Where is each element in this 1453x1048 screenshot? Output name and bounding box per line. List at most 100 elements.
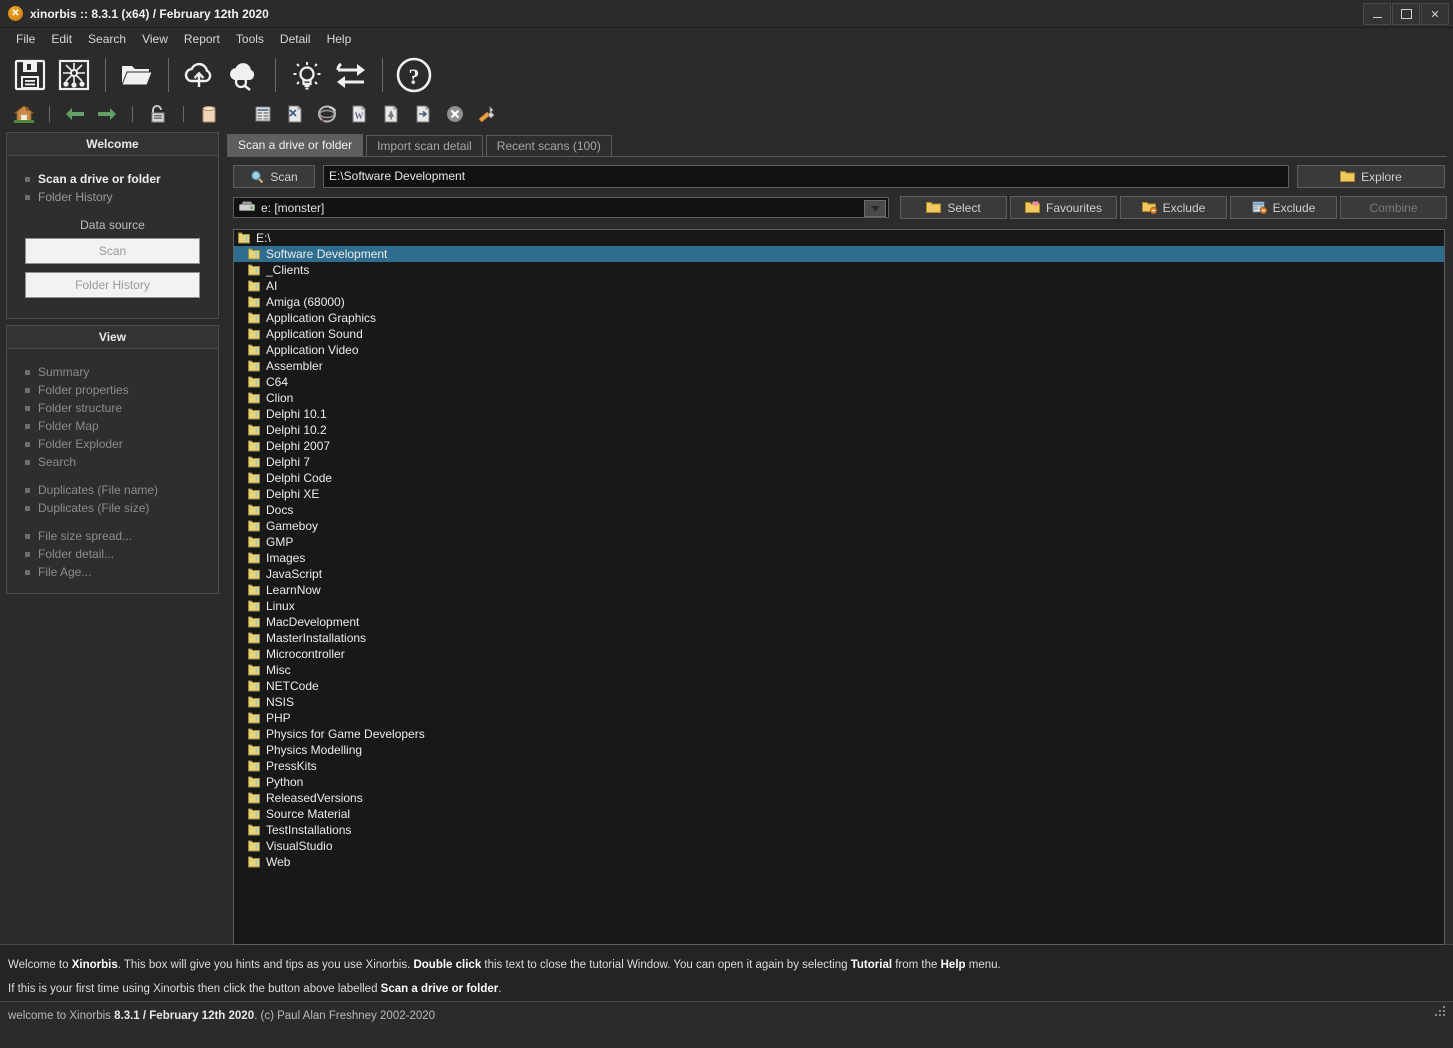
save-icon[interactable] xyxy=(8,53,52,97)
tree-row[interactable]: Delphi Code xyxy=(234,470,1444,486)
menu-file[interactable]: File xyxy=(8,30,43,48)
sidebar-item-folder-properties[interactable]: Folder properties xyxy=(7,381,218,399)
menu-search[interactable]: Search xyxy=(80,30,134,48)
sidebar-item-search[interactable]: Search xyxy=(7,453,218,471)
sidebar-item-folder-detail[interactable]: Folder detail... xyxy=(7,545,218,563)
minimize-button[interactable] xyxy=(1363,3,1391,25)
tab-recent-scans[interactable]: Recent scans (100) xyxy=(485,135,612,156)
tree-row[interactable]: JavaScript xyxy=(234,566,1444,582)
tree-row[interactable]: Delphi XE xyxy=(234,486,1444,502)
help-icon[interactable]: ? xyxy=(392,53,436,97)
resize-grip[interactable] xyxy=(1435,1006,1447,1018)
tree-row[interactable]: NSIS xyxy=(234,694,1444,710)
sidebar-item-file-size-spread[interactable]: File size spread... xyxy=(7,527,218,545)
drive-select[interactable]: e: [monster] xyxy=(233,197,889,218)
tree-row[interactable]: MacDevelopment xyxy=(234,614,1444,630)
tree-row[interactable]: Physics for Game Developers xyxy=(234,726,1444,742)
wrench-icon[interactable] xyxy=(476,103,498,125)
tree-row[interactable]: Amiga (68000) xyxy=(234,294,1444,310)
home-icon[interactable] xyxy=(13,103,35,125)
tree-row[interactable]: PHP xyxy=(234,710,1444,726)
sidebar-item-file-age[interactable]: File Age... xyxy=(7,563,218,581)
report-xml-icon[interactable] xyxy=(284,103,306,125)
scan-data-source-button[interactable]: Scan xyxy=(25,238,200,264)
sidebar-item-duplicates-file-size[interactable]: Duplicates (File size) xyxy=(7,499,218,517)
sidebar-item-folder-history[interactable]: Folder History xyxy=(7,188,218,206)
tutorial-box[interactable]: Welcome to Xinorbis. This box will give … xyxy=(0,944,1453,1002)
tab-scan-a-drive-or-folder[interactable]: Scan a drive or folder xyxy=(227,134,364,156)
tree-row[interactable]: Images xyxy=(234,550,1444,566)
exclude-file-button[interactable]: Exclude xyxy=(1230,196,1337,219)
tree-row[interactable]: PressKits xyxy=(234,758,1444,774)
report-html-icon[interactable] xyxy=(316,103,338,125)
exclude-folder-button[interactable]: Exclude xyxy=(1120,196,1227,219)
tree-row[interactable]: Application Sound xyxy=(234,326,1444,342)
cloud-upload-icon[interactable] xyxy=(178,53,222,97)
maximize-button[interactable] xyxy=(1392,3,1420,25)
tree-row[interactable]: Delphi 7 xyxy=(234,454,1444,470)
sidebar-item-folder-exploder[interactable]: Folder Exploder xyxy=(7,435,218,453)
tree-row[interactable]: Microcontroller xyxy=(234,646,1444,662)
tree-row[interactable]: ReleasedVersions xyxy=(234,790,1444,806)
favourites-button[interactable]: Favourites xyxy=(1010,196,1117,219)
tree-row[interactable]: Web xyxy=(234,854,1444,870)
sidebar-item-summary[interactable]: Summary xyxy=(7,363,218,381)
scan-image-icon[interactable] xyxy=(52,53,96,97)
close-report-icon[interactable] xyxy=(444,103,466,125)
open-folder-icon[interactable] xyxy=(115,53,159,97)
tree-row[interactable]: Delphi 2007 xyxy=(234,438,1444,454)
menu-report[interactable]: Report xyxy=(176,30,228,48)
cloud-search-icon[interactable] xyxy=(222,53,266,97)
tab-import-scan-detail[interactable]: Import scan detail xyxy=(366,135,483,156)
menu-tools[interactable]: Tools xyxy=(228,30,272,48)
tree-row[interactable]: _Clients xyxy=(234,262,1444,278)
sidebar-item-scan-a-drive-or-folder[interactable]: Scan a drive or folder xyxy=(7,170,218,188)
chevron-down-icon[interactable] xyxy=(864,200,886,217)
unlock-icon[interactable] xyxy=(147,103,169,125)
tree-row[interactable]: Application Graphics xyxy=(234,310,1444,326)
menu-help[interactable]: Help xyxy=(319,30,360,48)
tree-row[interactable]: Software Development xyxy=(234,246,1444,262)
select-button[interactable]: Select xyxy=(900,196,1007,219)
close-button[interactable]: ✕ xyxy=(1421,3,1449,25)
sidebar-item-folder-map[interactable]: Folder Map xyxy=(7,417,218,435)
tree-row[interactable]: Gameboy xyxy=(234,518,1444,534)
tree-row[interactable]: Clion xyxy=(234,390,1444,406)
database-icon[interactable] xyxy=(198,103,220,125)
tree-row[interactable]: Linux xyxy=(234,598,1444,614)
tree-row[interactable]: Application Video xyxy=(234,342,1444,358)
tree-row[interactable]: Source Material xyxy=(234,806,1444,822)
sidebar-item-folder-structure[interactable]: Folder structure xyxy=(7,399,218,417)
tree-row[interactable]: C64 xyxy=(234,374,1444,390)
report-tree-icon[interactable] xyxy=(380,103,402,125)
menu-detail[interactable]: Detail xyxy=(272,30,319,48)
tree-row[interactable]: NETCode xyxy=(234,678,1444,694)
tree-row[interactable]: TestInstallations xyxy=(234,822,1444,838)
lightbulb-icon[interactable] xyxy=(285,53,329,97)
tree-row[interactable]: AI xyxy=(234,278,1444,294)
tree-row[interactable]: Misc xyxy=(234,662,1444,678)
report-word-icon[interactable]: W xyxy=(348,103,370,125)
tree-row[interactable]: Delphi 10.2 xyxy=(234,422,1444,438)
tree-row[interactable]: MasterInstallations xyxy=(234,630,1444,646)
menu-edit[interactable]: Edit xyxy=(43,30,80,48)
forward-arrow-icon[interactable] xyxy=(96,103,118,125)
tree-row[interactable]: Docs xyxy=(234,502,1444,518)
tree-row[interactable]: VisualStudio xyxy=(234,838,1444,854)
tree-row[interactable]: Assembler xyxy=(234,358,1444,374)
refresh-swap-icon[interactable] xyxy=(329,53,373,97)
tree-row[interactable]: Physics Modelling xyxy=(234,742,1444,758)
back-arrow-icon[interactable] xyxy=(64,103,86,125)
report-csv-icon[interactable] xyxy=(412,103,434,125)
folder-tree[interactable]: E:\ Software Development _Clients AI Amiga … xyxy=(233,229,1445,945)
explore-button[interactable]: Explore xyxy=(1297,165,1445,188)
scan-button[interactable]: Scan xyxy=(233,165,315,188)
folder-history-data-source-button[interactable]: Folder History xyxy=(25,272,200,298)
sidebar-item-duplicates-file-name[interactable]: Duplicates (File name) xyxy=(7,481,218,499)
tree-row[interactable]: GMP xyxy=(234,534,1444,550)
tree-row-root[interactable]: E:\ xyxy=(234,230,1444,246)
menu-view[interactable]: View xyxy=(134,30,176,48)
tree-row[interactable]: Python xyxy=(234,774,1444,790)
tree-row[interactable]: LearnNow xyxy=(234,582,1444,598)
tree-row[interactable]: Delphi 10.1 xyxy=(234,406,1444,422)
